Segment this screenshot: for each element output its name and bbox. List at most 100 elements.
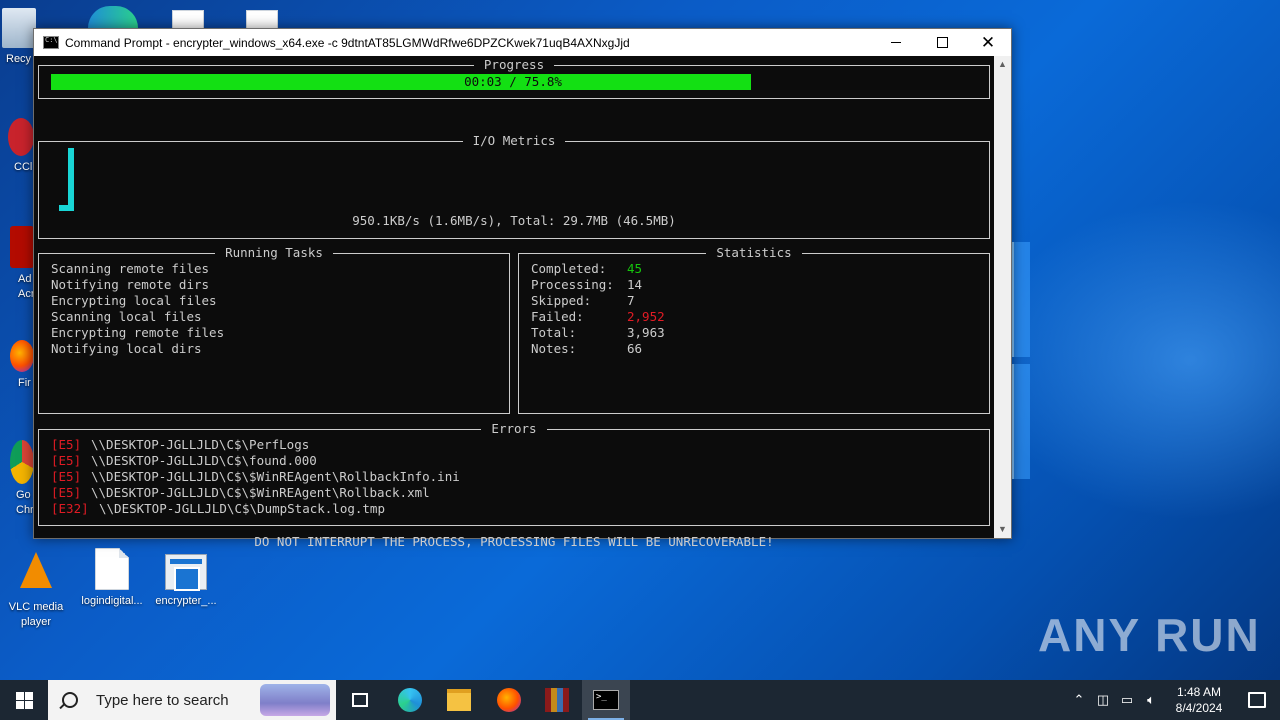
executable-icon xyxy=(165,554,207,591)
maximize-button[interactable] xyxy=(919,29,965,56)
network-icon: ▭ xyxy=(1120,692,1134,707)
desktop-icon-document-top[interactable] xyxy=(172,10,204,30)
error-code: [E5] xyxy=(51,453,82,468)
error-path: \\DESKTOP-JGLLJLD\C$\DumpStack.log.tmp xyxy=(99,501,385,516)
close-button[interactable]: ✕ xyxy=(965,29,1011,56)
task-view-button[interactable] xyxy=(336,680,384,720)
statistics-panel: Statistics Completed: 45 Processing: 14 … xyxy=(518,245,990,414)
taskbar-firefox[interactable] xyxy=(485,680,533,720)
window-title: Command Prompt - encrypter_windows_x64.e… xyxy=(65,35,630,50)
recycle-bin-icon xyxy=(2,8,36,48)
cmd-icon xyxy=(593,690,619,710)
error-path: \\DESKTOP-JGLLJLD\C$\$WinREAgent\Rollbac… xyxy=(91,469,460,484)
warning-message: DO NOT INTERRUPT THE PROCESS, PROCESSING… xyxy=(254,534,774,549)
stat-value-total: 3,963 xyxy=(627,325,665,340)
desktop-icon-vlc[interactable]: VLC media player xyxy=(1,548,71,630)
desktop-icon-logindigital[interactable]: logindigital... xyxy=(77,548,147,609)
start-button[interactable] xyxy=(0,680,48,720)
terminal-output: Progress 00:03 / 75.8% I/O Metrics 950.1… xyxy=(34,56,994,549)
window-titlebar[interactable]: Command Prompt - encrypter_windows_x64.e… xyxy=(34,29,1011,56)
windows-logo-pane xyxy=(1012,364,1030,479)
minimize-icon xyxy=(891,42,901,43)
scroll-up-icon[interactable]: ▲ xyxy=(994,56,1011,73)
taskbar: Type here to search ⌃ ◫ ▭ 🔈︎ 1:48 AM 8/4… xyxy=(0,680,1280,720)
windows-start-icon xyxy=(15,691,33,709)
running-tasks-title: Running Tasks xyxy=(215,245,333,260)
notification-icon xyxy=(1248,692,1266,708)
running-tasks-panel: Running Tasks Scanning remote files Noti… xyxy=(38,245,510,414)
scroll-down-icon[interactable]: ▼ xyxy=(994,521,1011,538)
stat-label: Processing: xyxy=(531,277,614,292)
speaker-icon: 🔈︎ xyxy=(1147,692,1155,707)
search-placeholder: Type here to search xyxy=(96,691,229,709)
io-metrics-panel: I/O Metrics 950.1KB/s (1.6MB/s), Total: … xyxy=(38,133,990,239)
desktop-icon-edge-top[interactable] xyxy=(88,6,138,28)
cmd-icon xyxy=(43,36,59,49)
desktop-icon-encrypter[interactable]: encrypter_... xyxy=(151,548,221,609)
maximize-icon xyxy=(936,37,948,48)
taskbar-file-explorer[interactable] xyxy=(435,680,483,720)
stat-label: Notes: xyxy=(531,341,577,356)
meet-now-tray-icon[interactable]: ◫ xyxy=(1092,680,1114,720)
error-path: \\DESKTOP-JGLLJLD\C$\found.000 xyxy=(91,453,317,468)
clock-time: 1:48 AM xyxy=(1176,685,1222,699)
progress-title: Progress xyxy=(473,57,555,72)
minimize-button[interactable] xyxy=(873,29,919,56)
firefox-icon xyxy=(497,688,521,712)
desktop-icon-document-top[interactable] xyxy=(246,10,278,30)
taskbar-clock[interactable]: 1:48 AM 8/4/2024 xyxy=(1164,684,1234,716)
ccleaner-icon xyxy=(8,118,34,156)
task-item: Scanning local files xyxy=(51,309,202,324)
io-metrics-text: 950.1KB/s (1.6MB/s), Total: 29.7MB (46.5… xyxy=(352,213,676,228)
windows-logo-pane xyxy=(1012,242,1030,357)
notification-center-button[interactable] xyxy=(1234,680,1280,720)
stat-label: Failed: xyxy=(531,309,584,324)
edge-icon xyxy=(398,688,422,712)
stat-label: Total: xyxy=(531,325,577,340)
error-code: [E32] xyxy=(51,501,89,516)
error-code: [E5] xyxy=(51,469,82,484)
task-item: Encrypting local files xyxy=(51,293,217,308)
taskbar-winrar[interactable] xyxy=(533,680,581,720)
firefox-icon xyxy=(10,340,34,372)
volume-tray-icon[interactable]: 🔈︎ xyxy=(1140,680,1162,720)
error-code: [E5] xyxy=(51,485,82,500)
stat-value-notes: 66 xyxy=(627,341,643,356)
document-icon xyxy=(95,548,129,590)
close-icon: ✕ xyxy=(980,33,996,52)
error-path: \\DESKTOP-JGLLJLD\C$\$WinREAgent\Rollbac… xyxy=(91,485,430,500)
vertical-scrollbar[interactable]: ▲ ▼ xyxy=(994,56,1011,538)
show-hidden-icons-button[interactable]: ⌃ xyxy=(1068,680,1090,720)
network-tray-icon[interactable]: ▭ xyxy=(1116,680,1138,720)
anyrun-watermark: ANY RUN xyxy=(1038,609,1261,661)
chevron-up-icon: ⌃ xyxy=(1073,692,1085,707)
clock-date: 8/4/2024 xyxy=(1175,701,1223,715)
taskbar-edge[interactable] xyxy=(386,680,434,720)
stat-value-failed: 2,952 xyxy=(627,309,665,324)
task-view-icon xyxy=(352,693,368,707)
command-prompt-window[interactable]: Command Prompt - encrypter_windows_x64.e… xyxy=(33,28,1012,549)
desktop-icon-label: encrypter_... xyxy=(155,595,217,607)
camera-icon: ◫ xyxy=(1096,692,1110,707)
stat-value-skipped: 7 xyxy=(627,293,635,308)
acrobat-icon xyxy=(10,226,34,268)
errors-title: Errors xyxy=(481,421,547,436)
stat-value-processing: 14 xyxy=(627,277,643,292)
io-metrics-title: I/O Metrics xyxy=(462,133,566,148)
errors-panel: Errors [E5] \\DESKTOP-JGLLJLD\C$\PerfLog… xyxy=(38,421,990,526)
task-item: Scanning remote files xyxy=(51,261,210,276)
task-item: Notifying remote dirs xyxy=(51,277,210,292)
chrome-icon xyxy=(10,440,34,484)
progress-panel: Progress 00:03 / 75.8% xyxy=(38,57,990,99)
vlc-icon xyxy=(16,552,56,596)
statistics-title: Statistics xyxy=(706,245,802,260)
stat-value-completed: 45 xyxy=(627,261,643,276)
taskbar-command-prompt[interactable] xyxy=(582,680,630,720)
taskbar-search-box[interactable]: Type here to search xyxy=(48,680,336,720)
stat-label: Skipped: xyxy=(531,293,592,308)
folder-icon xyxy=(447,689,471,711)
desktop-icon-label: logindigital... xyxy=(81,595,143,607)
task-item: Notifying local dirs xyxy=(51,341,202,356)
desktop-icon-label: VLC media player xyxy=(8,601,64,628)
error-code: [E5] xyxy=(51,437,82,452)
